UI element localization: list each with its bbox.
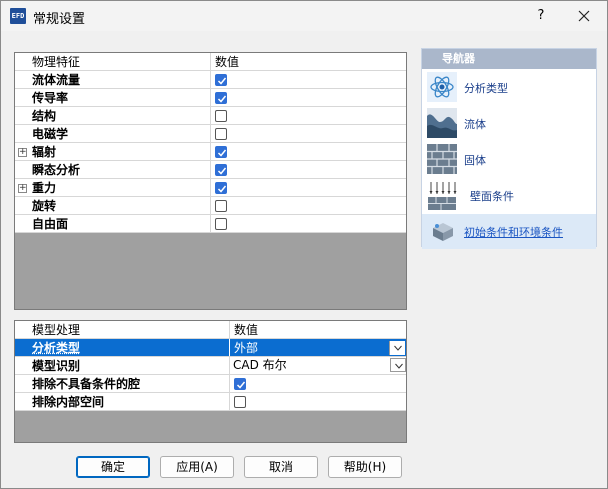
feature-checkbox[interactable] — [215, 92, 227, 104]
table-row: + 重力 — [15, 179, 406, 197]
solid-brick-icon — [427, 144, 457, 174]
table-row: + 辐射 — [15, 143, 406, 161]
row-label: 自由面 — [32, 217, 69, 231]
model-recognition-select[interactable]: CAD 布尔 — [230, 358, 406, 374]
row-label: 辐射 — [32, 145, 57, 159]
nav-item-solids[interactable]: 固体 — [422, 142, 596, 177]
checkmark-icon — [217, 167, 227, 175]
ok-button[interactable]: 确定 — [76, 456, 150, 478]
table-row: 旋转 — [15, 197, 406, 215]
navigator-panel: 导航器 分析类型 流体 固体 壁面条件 初始条件和环境条件 — [421, 48, 597, 249]
nav-item-initial-conditions[interactable]: 初始条件和环境条件 — [422, 214, 596, 249]
row-label: 电磁学 — [32, 127, 69, 141]
feature-checkbox[interactable] — [215, 164, 227, 176]
analysis-type-select[interactable]: 外部 — [230, 340, 406, 356]
help-button[interactable]: 帮助(H) — [328, 456, 402, 478]
feature-checkbox[interactable] — [215, 218, 227, 230]
table-row-analysis-type[interactable]: 分析类型 外部 — [15, 339, 406, 357]
cancel-button[interactable]: 取消 — [244, 456, 318, 478]
initial-conditions-icon — [427, 216, 457, 246]
wall-condition-icon — [427, 180, 457, 210]
general-settings-dialog: EFD 常规设置 ? 物理特征 数值 流体流量传导率结构电磁学 + 辐射瞬态分析 + 重… — [0, 0, 608, 489]
apply-button[interactable]: 应用(A) — [160, 456, 234, 478]
row-label: 排除不具备条件的腔 — [32, 377, 141, 391]
table-row-exclude-internal: 排除内部空间 — [15, 393, 406, 411]
navigator-title: 导航器 — [422, 49, 596, 69]
chevron-down-icon — [394, 345, 402, 351]
expand-plus-icon[interactable]: + — [18, 148, 27, 157]
close-button[interactable] — [569, 5, 599, 27]
row-label: 分析类型 — [32, 341, 81, 355]
grid-header-row: 模型处理 数值 — [15, 321, 406, 339]
exclude-internal-checkbox[interactable] — [234, 396, 246, 408]
window-title: 常规设置 — [33, 12, 86, 27]
column-header-feature: 物理特征 — [32, 55, 81, 69]
chevron-down-icon — [395, 363, 403, 369]
table-row-exclude-cavities: 排除不具备条件的腔 — [15, 375, 406, 393]
table-row: 传导率 — [15, 89, 406, 107]
column-header-value: 数值 — [234, 323, 259, 337]
table-row: 瞬态分析 — [15, 161, 406, 179]
checkmark-icon — [217, 185, 227, 193]
exclude-cavities-checkbox[interactable] — [234, 378, 246, 390]
nav-item-wall-conditions[interactable]: 壁面条件 — [422, 178, 596, 213]
grid-header-row: 物理特征 数值 — [15, 53, 406, 71]
feature-checkbox[interactable] — [215, 146, 227, 158]
row-label: 瞬态分析 — [32, 163, 81, 177]
table-row: 自由面 — [15, 215, 406, 233]
model-processing-grid: 模型处理 数值 分析类型 外部 模型识别 CAD 布尔 排除不具备条件的腔 排除… — [14, 320, 407, 443]
column-header-value: 数值 — [215, 55, 240, 69]
table-row: 结构 — [15, 107, 406, 125]
row-label: 模型识别 — [32, 359, 81, 373]
nav-item-analysis-type[interactable]: 分析类型 — [422, 70, 596, 105]
row-label: 传导率 — [32, 91, 69, 105]
feature-checkbox[interactable] — [215, 200, 227, 212]
nav-item-fluids[interactable]: 流体 — [422, 106, 596, 141]
title-bar: EFD 常规设置 ? — [1, 1, 607, 31]
checkmark-icon — [217, 95, 227, 103]
fluid-wave-icon — [427, 108, 457, 138]
row-label: 旋转 — [32, 199, 57, 213]
row-label: 流体流量 — [32, 73, 81, 87]
table-row: 电磁学 — [15, 125, 406, 143]
feature-checkbox[interactable] — [215, 74, 227, 86]
checkmark-icon — [236, 381, 246, 389]
column-header-feature: 模型处理 — [32, 323, 81, 337]
feature-checkbox[interactable] — [215, 110, 227, 122]
help-title-button[interactable]: ? — [531, 6, 551, 26]
feature-checkbox[interactable] — [215, 182, 227, 194]
atom-icon — [427, 72, 457, 102]
row-label: 重力 — [32, 181, 57, 195]
checkmark-icon — [217, 149, 227, 157]
row-label: 排除内部空间 — [32, 395, 105, 409]
table-row-model-recognition[interactable]: 模型识别 CAD 布尔 — [15, 357, 406, 375]
row-label: 结构 — [32, 109, 57, 123]
checkmark-icon — [217, 77, 227, 85]
physical-features-grid: 物理特征 数值 流体流量传导率结构电磁学 + 辐射瞬态分析 + 重力旋转自由面 — [14, 52, 407, 310]
expand-plus-icon[interactable]: + — [18, 184, 27, 193]
close-icon — [578, 10, 590, 22]
app-logo-icon: EFD — [10, 8, 26, 24]
feature-checkbox[interactable] — [215, 128, 227, 140]
table-row: 流体流量 — [15, 71, 406, 89]
